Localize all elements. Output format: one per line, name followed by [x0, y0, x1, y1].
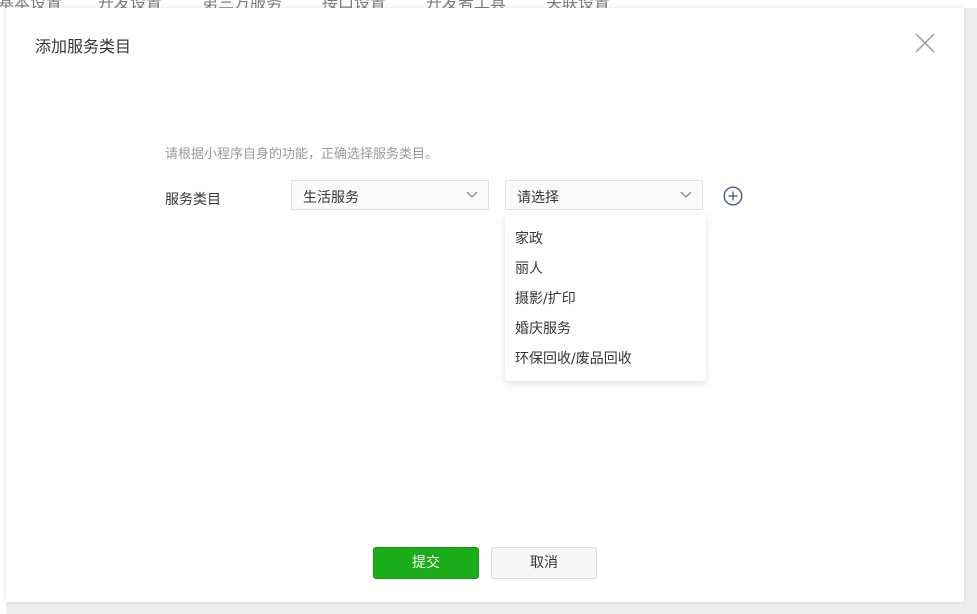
- add-category-button[interactable]: [723, 186, 743, 206]
- primary-category-value: 生活服务: [303, 190, 359, 206]
- background-tab: 接口设置: [322, 0, 386, 8]
- plus-circle-icon: [723, 186, 743, 206]
- chevron-down-icon: [680, 191, 692, 198]
- background-tab: 开发设置: [98, 0, 162, 8]
- secondary-category-dropdown: 家政 丽人 摄影/扩印 婚庆服务 环保回收/废品回收: [505, 215, 706, 381]
- primary-category-select[interactable]: 生活服务: [291, 180, 489, 210]
- background-nav: 基本设置 开发设置 第三方服务 接口设置 开发者工具 关联设置: [0, 0, 977, 8]
- dropdown-option[interactable]: 丽人: [515, 258, 543, 278]
- dropdown-option[interactable]: 环保回收/废品回收: [515, 348, 632, 368]
- secondary-category-placeholder: 请选择: [517, 190, 559, 206]
- dropdown-option[interactable]: 婚庆服务: [515, 318, 571, 338]
- background-tab: 基本设置: [0, 0, 62, 8]
- close-icon: [915, 33, 935, 53]
- dropdown-option[interactable]: 摄影/扩印: [515, 288, 576, 308]
- background-tab: 关联设置: [546, 0, 610, 8]
- category-hint: 请根据小程序自身的功能，正确选择服务类目。: [165, 147, 439, 162]
- add-service-category-dialog: 添加服务类目 请根据小程序自身的功能，正确选择服务类目。 服务类目 生活服务 请…: [6, 8, 964, 602]
- service-category-label: 服务类目: [165, 192, 221, 208]
- chevron-down-icon: [466, 191, 478, 198]
- dialog-title: 添加服务类目: [35, 37, 132, 56]
- background-tab: 第三方服务: [202, 0, 282, 8]
- background-tab: 开发者工具: [426, 0, 506, 8]
- secondary-category-select[interactable]: 请选择: [505, 180, 703, 210]
- dropdown-option[interactable]: 家政: [515, 228, 543, 248]
- submit-button[interactable]: 提交: [373, 547, 479, 579]
- cancel-button[interactable]: 取消: [491, 547, 597, 579]
- close-button[interactable]: [913, 31, 937, 55]
